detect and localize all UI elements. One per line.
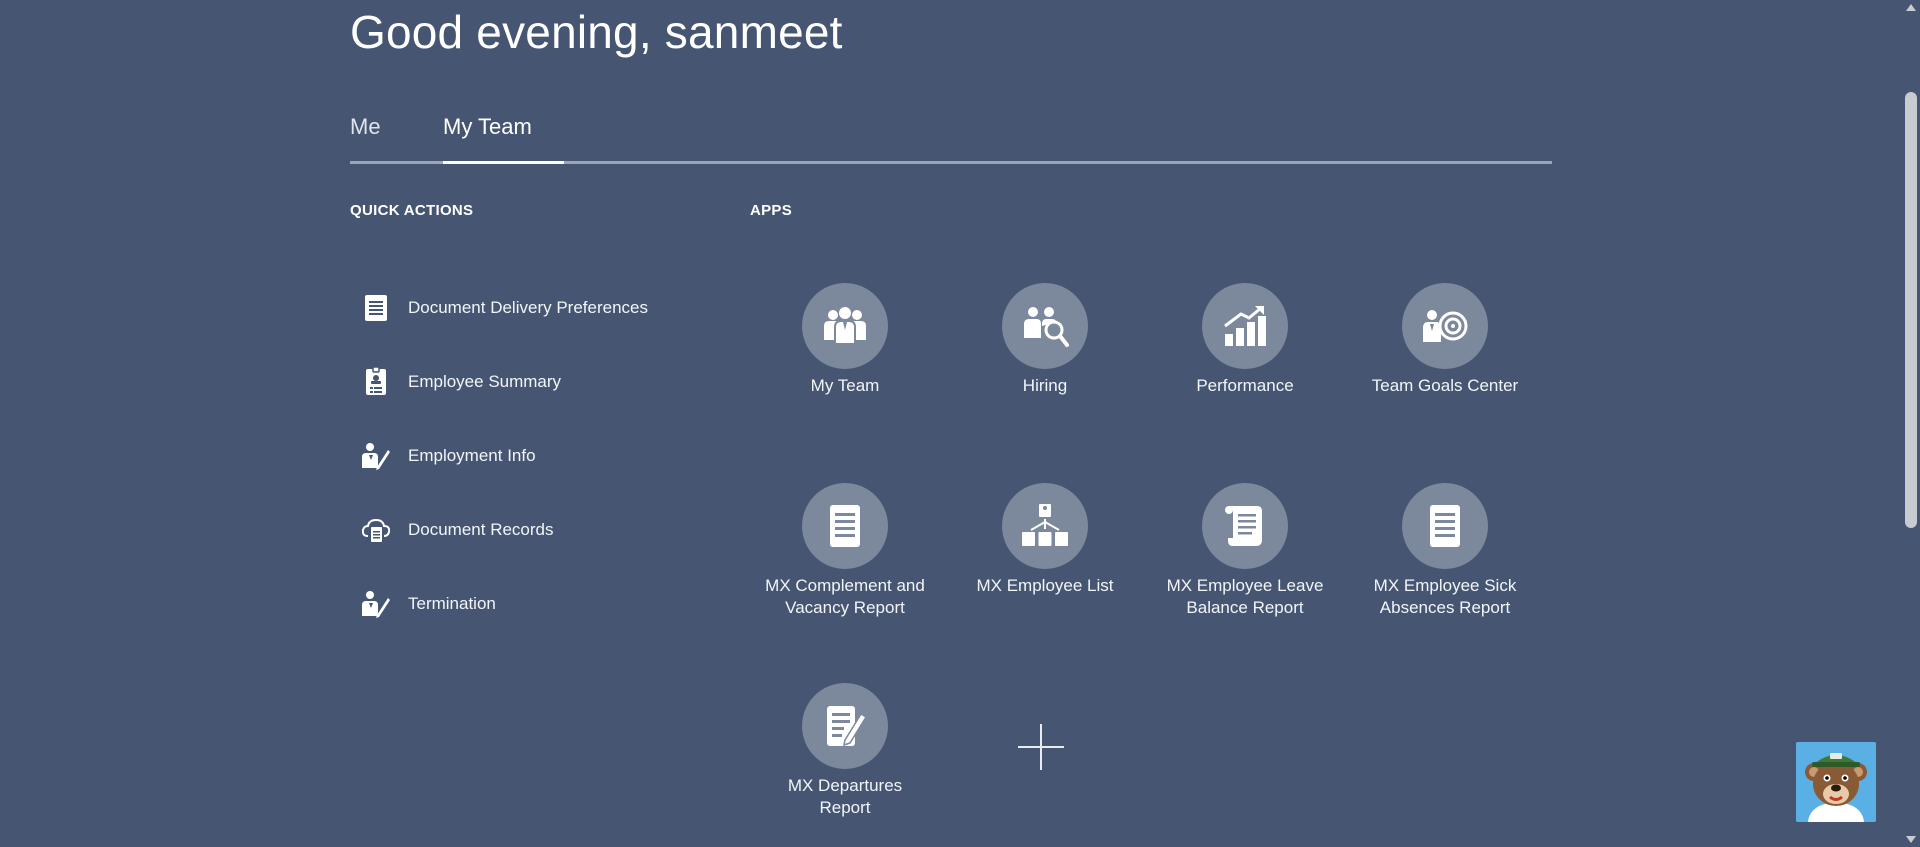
vertical-scrollbar[interactable] — [1902, 0, 1920, 847]
quick-action-document-delivery-preferences[interactable]: Document Delivery Preferences — [358, 271, 648, 345]
app-mx-employee-list[interactable]: MX Employee List — [955, 483, 1135, 597]
add-app-button[interactable] — [1018, 724, 1064, 770]
quick-actions-list: Document Delivery Preferences Employee S… — [358, 271, 648, 641]
app-mx-departures-report[interactable]: MX Departures Report — [755, 683, 935, 819]
app-my-team[interactable]: My Team — [755, 283, 935, 397]
app-label: Team Goals Center — [1371, 376, 1519, 395]
performance-chart-icon — [1202, 283, 1288, 369]
scroll-down-arrow-icon[interactable] — [1906, 836, 1916, 843]
quick-action-employment-info[interactable]: Employment Info — [358, 419, 648, 493]
scrollbar-thumb[interactable] — [1905, 92, 1917, 528]
assistant-bear-avatar-icon[interactable] — [1796, 742, 1876, 822]
app-label: MX Employee Sick Absences Report — [1373, 576, 1517, 617]
quick-action-label: Termination — [408, 594, 496, 613]
org-hierarchy-icon — [1002, 483, 1088, 569]
greeting-heading: Good evening, sanmeet — [350, 6, 843, 58]
goals-target-icon — [1402, 283, 1488, 369]
report-document-icon — [1402, 483, 1488, 569]
document-list-icon — [358, 290, 394, 326]
quick-action-termination[interactable]: Termination — [358, 567, 648, 641]
scroll-up-arrow-icon[interactable] — [1906, 4, 1916, 11]
app-label: MX Complement and Vacancy Report — [765, 576, 925, 617]
person-edit-icon — [358, 586, 394, 622]
app-label: MX Employee List — [976, 576, 1114, 595]
app-performance[interactable]: Performance — [1155, 283, 1335, 397]
home-page: Good evening, sanmeet Me My Team QUICK A… — [0, 0, 1920, 847]
app-team-goals-center[interactable]: Team Goals Center — [1355, 283, 1535, 397]
quick-action-employee-summary[interactable]: Employee Summary — [358, 345, 648, 419]
cloud-document-icon — [358, 512, 394, 548]
app-label: My Team — [810, 376, 880, 395]
apps-title: APPS — [750, 202, 793, 219]
app-label: Performance — [1196, 376, 1294, 395]
quick-action-label: Employment Info — [408, 446, 536, 465]
quick-actions-title: QUICK ACTIONS — [350, 202, 474, 219]
employee-badge-icon — [358, 364, 394, 400]
app-hiring[interactable]: Hiring — [955, 283, 1135, 397]
scroll-document-icon — [1202, 483, 1288, 569]
app-label: MX Employee Leave Balance Report — [1166, 576, 1324, 617]
quick-action-label: Document Delivery Preferences — [408, 298, 648, 317]
hiring-search-icon — [1002, 283, 1088, 369]
app-mx-complement-and-vacancy-report[interactable]: MX Complement and Vacancy Report — [755, 483, 935, 619]
app-mx-employee-leave-balance-report[interactable]: MX Employee Leave Balance Report — [1155, 483, 1335, 619]
tab-me[interactable]: Me — [350, 114, 381, 140]
quick-action-document-records[interactable]: Document Records — [358, 493, 648, 567]
quick-action-label: Employee Summary — [408, 372, 562, 391]
active-tab-indicator — [443, 161, 564, 164]
report-document-icon — [802, 483, 888, 569]
app-label: MX Departures Report — [787, 776, 903, 817]
tab-bar: Me My Team — [350, 108, 1552, 164]
document-edit-icon — [802, 683, 888, 769]
person-edit-icon — [358, 438, 394, 474]
app-label: Hiring — [1022, 376, 1068, 395]
team-group-icon — [802, 283, 888, 369]
quick-action-label: Document Records — [408, 520, 554, 539]
tab-my-team[interactable]: My Team — [443, 114, 532, 140]
app-mx-employee-sick-absences-report[interactable]: MX Employee Sick Absences Report — [1355, 483, 1535, 619]
